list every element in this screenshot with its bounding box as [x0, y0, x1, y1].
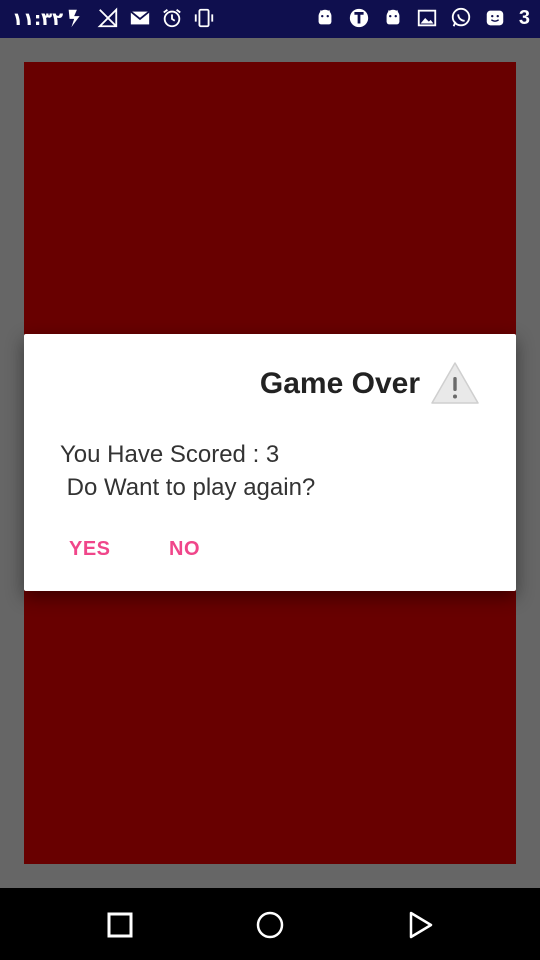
dialog-message: You Have Scored : 3 Do Want to play agai… — [60, 441, 316, 501]
android-icon — [313, 6, 337, 30]
status-time: ۱۱:۳۲ — [12, 9, 64, 30]
dialog-title: Game Over — [259, 367, 420, 400]
navigation-bar — [0, 888, 540, 960]
yes-button[interactable]: YES — [69, 538, 111, 561]
status-icons-right: 3 — [313, 6, 530, 30]
back-square-icon[interactable] — [106, 911, 134, 939]
whatsapp-icon — [449, 6, 473, 30]
status-bar: ۱۱:۳۲ 3 — [0, 0, 540, 38]
home-circle-icon[interactable] — [256, 911, 284, 939]
notification-count: 3 — [518, 6, 530, 29]
game-over-dialog: Game Over You Have Scored : 3 Do Want to… — [24, 334, 516, 591]
recent-play-icon[interactable] — [406, 911, 434, 939]
emoji-icon — [483, 6, 507, 30]
warning-icon — [430, 360, 480, 406]
alarm-icon — [160, 6, 184, 30]
signal-off-icon — [96, 6, 120, 30]
gmail-icon — [128, 6, 152, 30]
vibrate-icon — [192, 6, 216, 30]
status-icons-left — [64, 6, 216, 30]
no-button[interactable]: NO — [169, 538, 200, 561]
t-app-icon — [347, 6, 371, 30]
image-icon — [415, 6, 439, 30]
android-icon — [381, 6, 405, 30]
flash-icon — [64, 6, 88, 30]
